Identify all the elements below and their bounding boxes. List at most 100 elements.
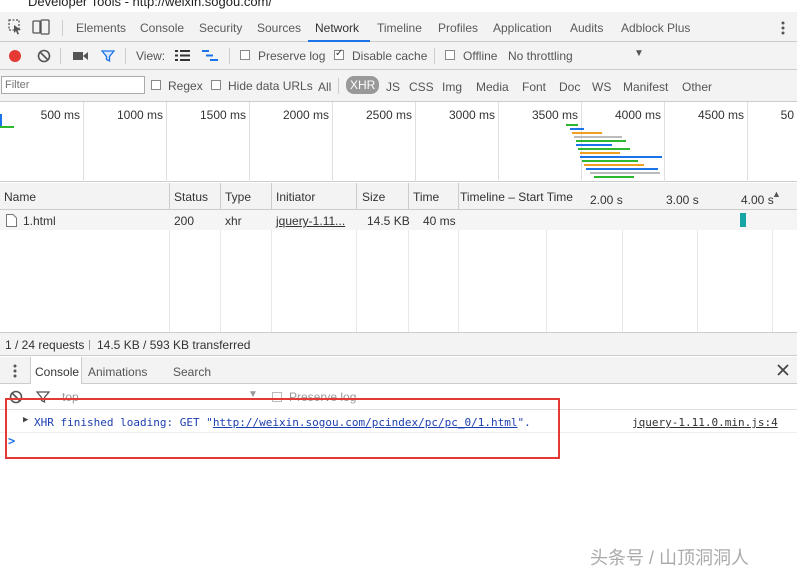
tab-elements[interactable]: Elements xyxy=(76,21,126,35)
table-row[interactable]: 1.html 200 xhr jquery-1.11... 14.5 KB 40… xyxy=(0,210,797,230)
request-size: 14.5 KB xyxy=(367,214,410,228)
waterfall-bar xyxy=(576,140,626,142)
drawer-tab-console[interactable]: Console xyxy=(35,365,79,379)
disable-cache-label: Disable cache xyxy=(352,49,428,63)
tab-application[interactable]: Application xyxy=(493,21,552,35)
tab-adblock-plus[interactable]: Adblock Plus xyxy=(621,21,690,35)
divider xyxy=(89,340,90,350)
divider xyxy=(125,48,126,64)
sort-ascending-icon[interactable]: ▲ xyxy=(772,189,781,199)
devtools-tab-strip: Elements Console Security Sources Networ… xyxy=(0,12,797,42)
request-name[interactable]: 1.html xyxy=(23,214,56,228)
chevron-down-icon[interactable]: ▼ xyxy=(634,48,644,59)
waterfall-bar xyxy=(576,144,612,146)
filter-type-js[interactable]: JS xyxy=(386,80,400,94)
waterfall-bar xyxy=(594,176,634,178)
large-rows-icon[interactable] xyxy=(175,50,190,61)
column-divider[interactable] xyxy=(408,183,409,210)
waterfall-bar xyxy=(584,164,644,166)
drawer-tab-animations[interactable]: Animations xyxy=(88,365,147,379)
overview-tick-label: 3000 ms xyxy=(448,108,495,122)
more-options-icon[interactable] xyxy=(780,20,786,36)
filter-type-ws[interactable]: WS xyxy=(592,80,611,94)
inspect-element-icon[interactable] xyxy=(8,19,22,35)
filter-type-css[interactable]: CSS xyxy=(409,80,434,94)
offline-checkbox[interactable] xyxy=(445,50,455,60)
tab-sources[interactable]: Sources xyxy=(257,21,301,35)
filter-type-img[interactable]: Img xyxy=(442,80,462,94)
filter-type-other[interactable]: Other xyxy=(682,80,712,94)
disable-cache-checkbox[interactable] xyxy=(334,48,344,60)
overview-gridline xyxy=(166,102,167,182)
close-icon[interactable] xyxy=(777,364,789,376)
waterfall-bar xyxy=(574,136,622,138)
waterfall-bar xyxy=(590,172,660,174)
overview-gridline xyxy=(332,102,333,182)
filter-input[interactable] xyxy=(1,76,145,94)
capture-screenshots-icon[interactable] xyxy=(73,50,89,62)
request-time: 40 ms xyxy=(423,214,456,228)
window-title-bar: Developer Tools - http://weixin.sogou.co… xyxy=(0,0,797,12)
filter-icon[interactable] xyxy=(101,49,115,63)
waterfall-bar xyxy=(580,152,620,154)
waterfall-bar xyxy=(580,156,662,158)
network-toolbar: View: Preserve log Disable cache Offline… xyxy=(0,42,797,70)
overview-waterfall-icon[interactable] xyxy=(202,50,218,61)
waterfall-bar xyxy=(572,132,602,134)
tab-console[interactable]: Console xyxy=(140,21,184,35)
request-initiator-link[interactable]: jquery-1.11... xyxy=(276,214,345,228)
column-timeline[interactable]: Timeline – Start Time xyxy=(460,190,573,204)
hide-data-urls-checkbox[interactable] xyxy=(211,80,221,90)
preserve-log-label: Preserve log xyxy=(258,49,326,63)
column-divider[interactable] xyxy=(271,183,272,210)
drawer-menu-icon[interactable] xyxy=(12,363,18,379)
column-initiator[interactable]: Initiator xyxy=(276,190,315,204)
record-icon[interactable] xyxy=(8,49,22,63)
regex-checkbox[interactable] xyxy=(151,80,161,90)
tab-profiles[interactable]: Profiles xyxy=(438,21,478,35)
overview-tick-label: 50 xyxy=(780,108,794,122)
overview-gridline xyxy=(498,102,499,182)
tab-security[interactable]: Security xyxy=(199,21,242,35)
overview-gridline xyxy=(249,102,250,182)
waterfall-bar xyxy=(0,126,14,128)
column-divider[interactable] xyxy=(169,183,170,210)
column-divider[interactable] xyxy=(220,183,221,210)
preserve-log-checkbox[interactable] xyxy=(240,50,250,60)
tab-audits[interactable]: Audits xyxy=(570,21,603,35)
waterfall-bar xyxy=(0,114,2,126)
transfer-size: 14.5 KB / 593 KB transferred xyxy=(97,338,251,352)
network-status-bar: 1 / 24 requests 14.5 KB / 593 KB transfe… xyxy=(0,332,797,356)
column-status[interactable]: Status xyxy=(174,190,208,204)
column-divider[interactable] xyxy=(458,183,459,210)
filter-type-all[interactable]: All xyxy=(318,80,331,94)
waterfall-bar xyxy=(586,168,658,170)
request-timeline-bar xyxy=(740,213,746,227)
column-time[interactable]: Time xyxy=(413,190,439,204)
column-size[interactable]: Size xyxy=(362,190,385,204)
filter-type-xhr[interactable]: XHR xyxy=(346,76,380,94)
divider xyxy=(229,48,230,64)
message-source-link[interactable]: jquery-1.11.0.min.js:4 xyxy=(632,416,778,429)
request-count: 1 / 24 requests xyxy=(5,338,85,352)
filter-type-font[interactable]: Font xyxy=(522,80,546,94)
clear-icon[interactable] xyxy=(37,49,51,63)
column-name[interactable]: Name xyxy=(4,190,36,204)
network-overview[interactable]: 500 ms 1000 ms 1500 ms 2000 ms 2500 ms 3… xyxy=(0,102,797,182)
filter-type-manifest[interactable]: Manifest xyxy=(623,80,668,94)
column-divider[interactable] xyxy=(356,183,357,210)
filter-type-media[interactable]: Media xyxy=(476,80,509,94)
request-type: xhr xyxy=(225,214,242,228)
throttling-select[interactable]: No throttling xyxy=(508,49,573,63)
column-type[interactable]: Type xyxy=(225,190,251,204)
timeline-tick-label: 3.00 s xyxy=(666,193,699,207)
request-status: 200 xyxy=(174,214,195,228)
drawer-tab-search[interactable]: Search xyxy=(173,365,211,379)
device-toolbar-icon[interactable] xyxy=(32,19,50,35)
tab-network[interactable]: Network xyxy=(315,21,359,35)
overview-tick-label: 3500 ms xyxy=(531,108,578,122)
tab-timeline[interactable]: Timeline xyxy=(377,21,422,35)
overview-tick-label: 1000 ms xyxy=(116,108,163,122)
filter-type-doc[interactable]: Doc xyxy=(559,80,580,94)
timeline-tick-label: 2.00 s xyxy=(590,193,623,207)
